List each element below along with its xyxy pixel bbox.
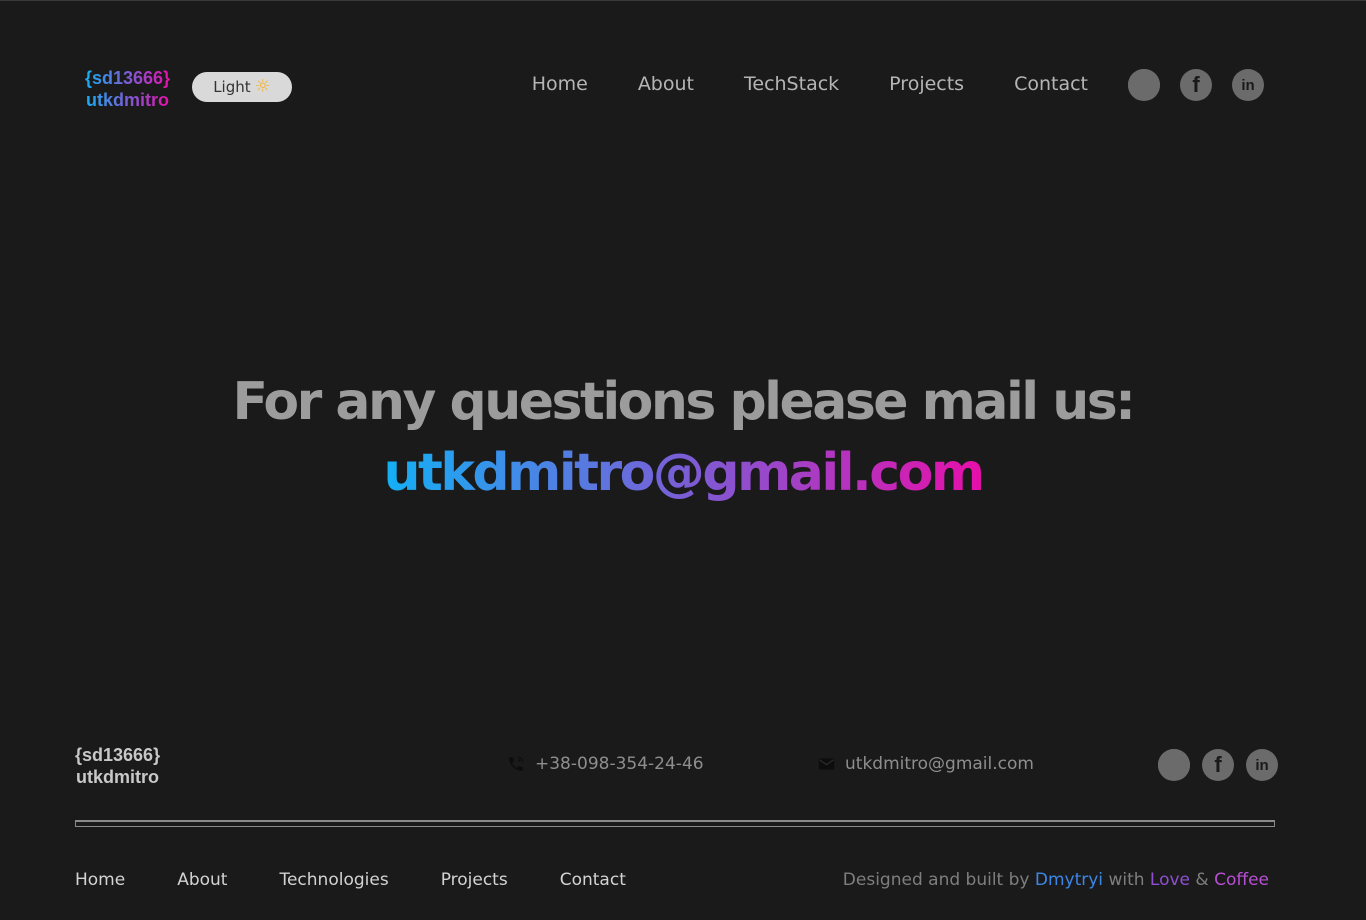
footer-phone: +38-098-354-24-46 bbox=[507, 754, 704, 774]
theme-toggle-label: Light bbox=[213, 78, 251, 96]
footer-social-links: f in bbox=[1158, 749, 1278, 781]
nav-about[interactable]: About bbox=[638, 73, 694, 95]
credit-prefix: Designed and built by bbox=[842, 870, 1030, 890]
phone-icon bbox=[507, 755, 525, 773]
credit-coffee: Coffee bbox=[1214, 870, 1269, 890]
hero-email-link[interactable]: utkdmitro@gmail.com bbox=[383, 437, 985, 509]
footer-credit: Designed and built by Dmytryi with Love … bbox=[843, 870, 1269, 890]
footer-logo-line-2: utkdmitro bbox=[76, 767, 160, 787]
site-logo[interactable]: {sd13666} utkdmitro bbox=[85, 67, 170, 111]
credit-author: Dmytryi bbox=[1034, 870, 1104, 890]
credit-amp: & bbox=[1195, 870, 1209, 890]
github-icon[interactable] bbox=[1128, 69, 1160, 101]
footer-email-text: utkdmitro@gmail.com bbox=[845, 754, 1034, 774]
hero-heading: For any questions please mail us: bbox=[232, 372, 1136, 432]
github-icon[interactable] bbox=[1158, 749, 1190, 781]
credit-love: Love bbox=[1149, 870, 1191, 890]
footer-nav-contact[interactable]: Contact bbox=[560, 870, 626, 890]
footer-nav-about[interactable]: About bbox=[177, 870, 227, 890]
footer-nav: Home About Technologies Projects Contact bbox=[75, 870, 678, 890]
mail-icon bbox=[818, 757, 835, 771]
footer-divider bbox=[75, 820, 1275, 827]
nav-home[interactable]: Home bbox=[532, 73, 588, 95]
facebook-icon[interactable]: f bbox=[1202, 749, 1234, 781]
sun-icon: ☼ bbox=[254, 76, 271, 97]
linkedin-icon[interactable]: in bbox=[1246, 749, 1278, 781]
nav-techstack[interactable]: TechStack bbox=[744, 73, 839, 95]
linkedin-icon[interactable]: in bbox=[1232, 69, 1264, 101]
footer-email[interactable]: utkdmitro@gmail.com bbox=[818, 754, 1034, 774]
header-social-links: f in bbox=[1128, 69, 1264, 101]
nav-contact[interactable]: Contact bbox=[1014, 73, 1088, 95]
nav-projects[interactable]: Projects bbox=[889, 73, 964, 95]
phone-number: +38-098-354-24-46 bbox=[535, 754, 704, 774]
contact-hero: For any questions please mail us: utkdmi… bbox=[0, 367, 1366, 509]
footer-logo[interactable]: {sd13666} utkdmitro bbox=[75, 744, 160, 788]
footer-nav-projects[interactable]: Projects bbox=[441, 870, 508, 890]
footer-logo-line-1: {sd13666} bbox=[75, 745, 161, 765]
facebook-icon[interactable]: f bbox=[1180, 69, 1212, 101]
theme-toggle-button[interactable]: Light ☼ bbox=[192, 72, 292, 102]
footer-nav-home[interactable]: Home bbox=[75, 870, 125, 890]
logo-line-1: {sd13666} bbox=[85, 68, 171, 88]
main-nav: Home About TechStack Projects Contact bbox=[532, 73, 1088, 95]
credit-with: with bbox=[1108, 870, 1145, 890]
logo-line-2: utkdmitro bbox=[86, 90, 170, 110]
footer-nav-technologies[interactable]: Technologies bbox=[279, 870, 388, 890]
